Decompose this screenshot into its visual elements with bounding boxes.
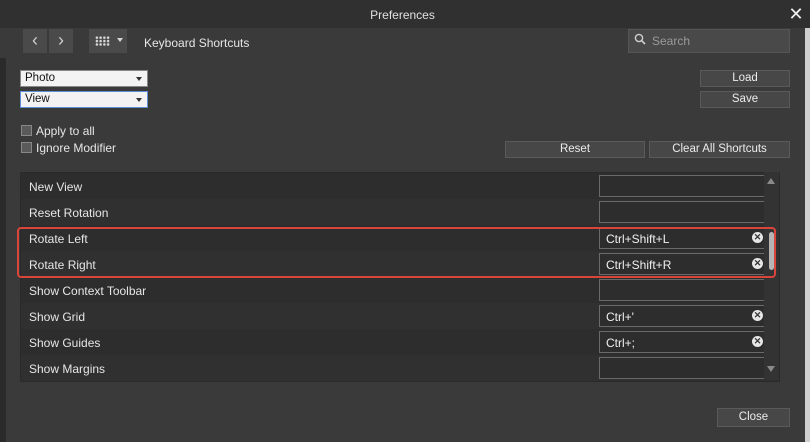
clear-shortcut-icon[interactable]: ✕ [752,336,763,347]
shortcut-row-show-guides[interactable]: Show Guides Ctrl+; ✕ [21,329,779,355]
save-button[interactable]: Save [700,91,790,108]
shortcut-row-show-context-toolbar[interactable]: Show Context Toolbar [21,277,779,303]
category-select-value: Photo [25,72,56,84]
rotate-shortcuts-highlight [17,227,776,278]
context-select-value: View [25,93,50,105]
scroll-down-icon[interactable] [767,366,775,372]
context-select[interactable]: View [20,91,148,108]
search-icon [634,33,646,45]
shortcut-name: Show Guides [29,336,101,350]
section-grid-button[interactable] [89,29,127,53]
grid-icon [95,36,110,46]
back-button[interactable]: ‹ [23,29,47,53]
shortcut-field[interactable] [599,201,769,223]
shortcut-value: Ctrl+' [606,310,634,324]
chevron-down-icon [117,38,123,42]
shortcut-row-show-margins[interactable]: Show Margins [21,355,779,381]
search-box[interactable] [628,29,790,53]
clear-shortcut-icon[interactable]: ✕ [752,310,763,321]
window-close-icon[interactable]: ✕ [786,3,806,25]
toolbar: ‹ › Keyboard Shortcuts [0,28,805,58]
shortcut-name: Show Grid [29,310,86,324]
clear-all-shortcuts-button[interactable]: Clear All Shortcuts [649,141,790,158]
shortcut-value: Ctrl+; [606,336,636,350]
apply-to-all-checkbox[interactable] [21,125,32,136]
shortcut-name: Show Margins [29,362,106,376]
shortcut-field[interactable] [599,175,769,197]
shortcut-row-new-view[interactable]: New View [21,173,779,199]
chevron-down-icon [136,98,142,102]
shortcut-row-reset-rotation[interactable]: Reset Rotation [21,199,779,225]
search-input[interactable] [650,32,784,50]
window-edge [805,28,810,442]
load-button[interactable]: Load [700,70,790,87]
forward-button[interactable]: › [49,29,73,53]
shortcut-field[interactable]: Ctrl+' ✕ [599,305,769,327]
close-button[interactable]: Close [717,408,790,427]
chevron-down-icon [136,77,142,81]
window-titlebar: Preferences ✕ [0,0,810,28]
reset-button[interactable]: Reset [505,141,645,158]
ignore-modifier-checkbox[interactable] [21,142,32,153]
apply-to-all-label: Apply to all [36,124,95,138]
scroll-up-icon[interactable] [767,178,775,184]
shortcut-name: Reset Rotation [29,206,109,220]
shortcut-name: New View [29,180,83,194]
shortcut-field[interactable]: Ctrl+; ✕ [599,331,769,353]
section-title: Keyboard Shortcuts [144,36,250,50]
shortcut-row-show-grid[interactable]: Show Grid Ctrl+' ✕ [21,303,779,329]
category-select[interactable]: Photo [20,70,148,87]
window-title: Preferences [370,8,435,22]
shortcut-field[interactable] [599,279,769,301]
shortcut-name: Show Context Toolbar [29,284,147,298]
shortcut-field[interactable] [599,357,769,379]
ignore-modifier-label: Ignore Modifier [36,141,117,155]
